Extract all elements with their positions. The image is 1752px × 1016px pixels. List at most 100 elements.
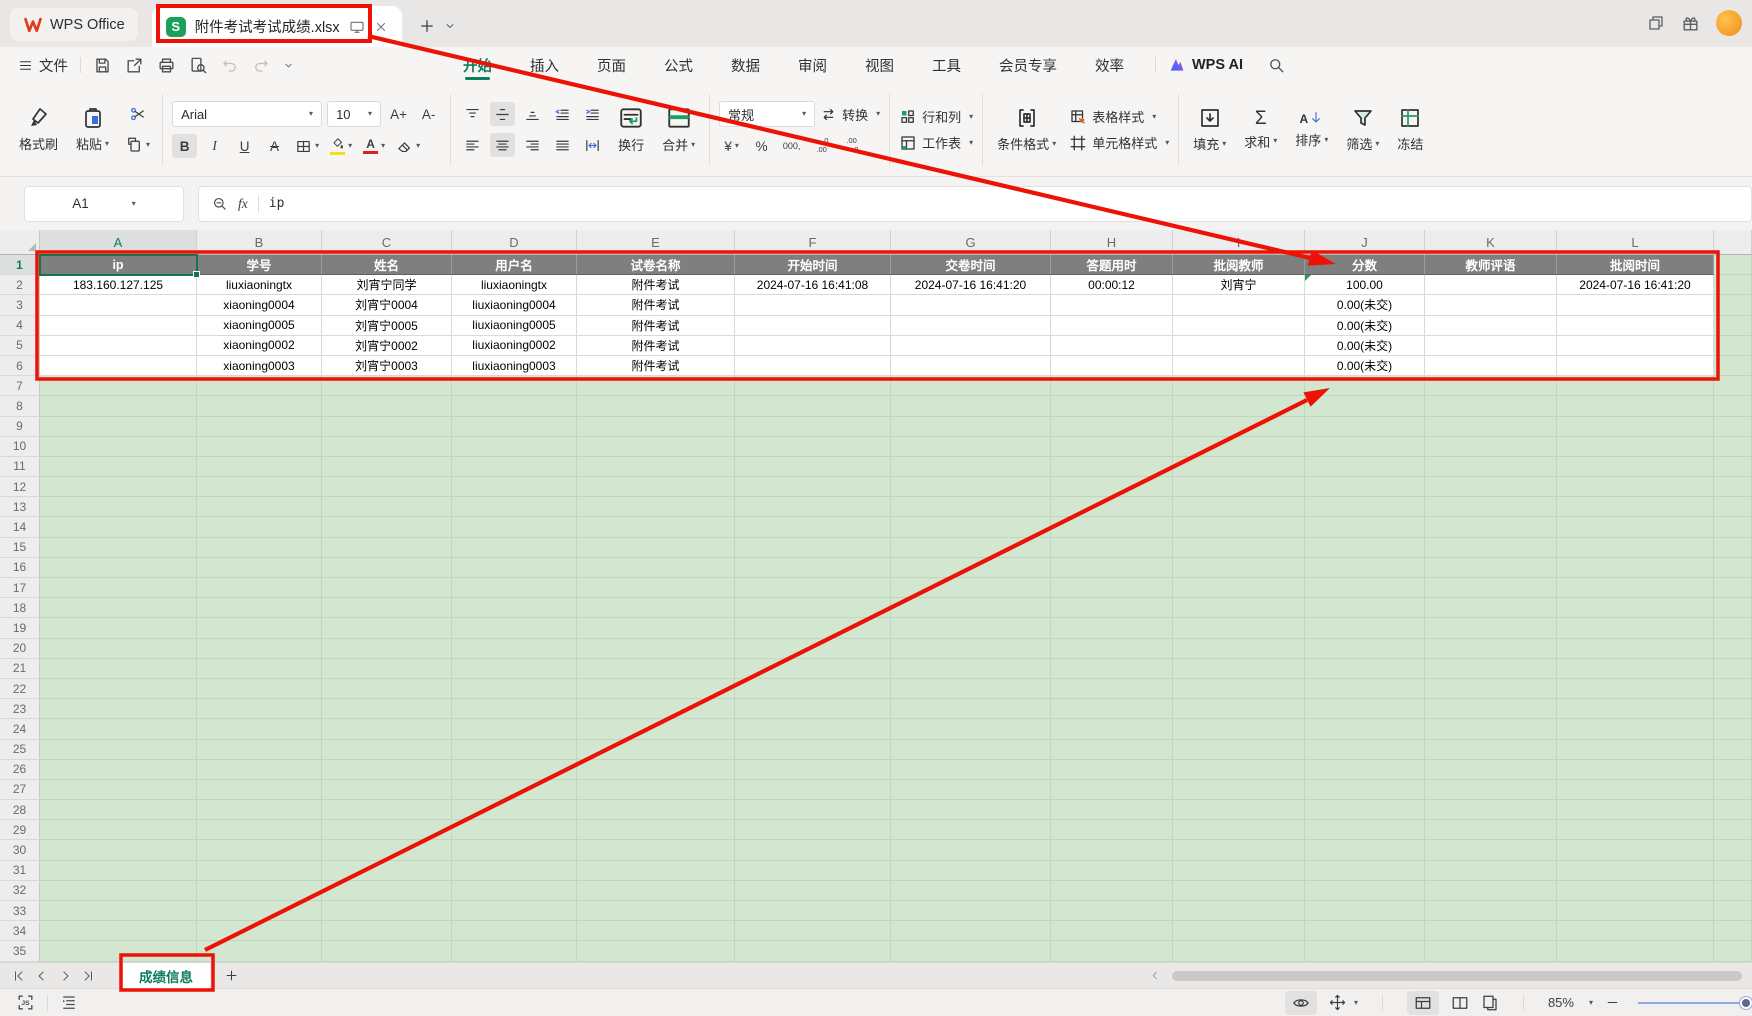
- row-header[interactable]: 30: [0, 840, 40, 860]
- cell[interactable]: [891, 840, 1051, 860]
- row-header[interactable]: 6: [0, 356, 40, 376]
- conditional-format-button[interactable]: 条件格式▾: [992, 106, 1061, 153]
- row-header[interactable]: 17: [0, 578, 40, 598]
- cell[interactable]: [735, 457, 891, 477]
- cell[interactable]: [1425, 457, 1557, 477]
- cell[interactable]: [577, 881, 735, 901]
- previous-sheet-button[interactable]: [35, 969, 49, 983]
- eraser-button[interactable]: ▾: [393, 134, 423, 158]
- last-sheet-button[interactable]: [81, 969, 95, 983]
- cell[interactable]: [40, 356, 197, 376]
- reading-mode-button[interactable]: ▾: [1329, 994, 1358, 1011]
- cell[interactable]: [40, 820, 197, 840]
- cell[interactable]: [577, 800, 735, 820]
- cell[interactable]: [891, 659, 1051, 679]
- outline-icon[interactable]: [60, 994, 78, 1012]
- cell[interactable]: [1173, 517, 1305, 537]
- cell-style-button[interactable]: 单元格样式▾: [1069, 133, 1169, 152]
- rows-columns-button[interactable]: 行和列▾: [899, 107, 973, 126]
- cell[interactable]: 2024-07-16 16:41:20: [891, 275, 1051, 295]
- cell[interactable]: [1051, 740, 1173, 760]
- cell[interactable]: [577, 740, 735, 760]
- cell[interactable]: 附件考试: [577, 336, 735, 356]
- cell[interactable]: [197, 820, 322, 840]
- cell[interactable]: [1557, 497, 1714, 517]
- cell[interactable]: [322, 760, 452, 780]
- cell[interactable]: [1173, 497, 1305, 517]
- cell[interactable]: [735, 840, 891, 860]
- cell[interactable]: [1714, 740, 1752, 760]
- menu-tab[interactable]: 效率: [1095, 47, 1124, 83]
- cell[interactable]: [1051, 336, 1173, 356]
- cell[interactable]: [1714, 295, 1752, 315]
- cell[interactable]: 0.00(未交): [1305, 356, 1425, 376]
- cell[interactable]: [1425, 275, 1557, 295]
- cell[interactable]: [1051, 376, 1173, 396]
- cell[interactable]: [1557, 679, 1714, 699]
- cell[interactable]: [1557, 740, 1714, 760]
- cell[interactable]: ip: [40, 255, 197, 275]
- align-middle-button[interactable]: [490, 102, 515, 126]
- cell[interactable]: [452, 437, 577, 457]
- cell[interactable]: liuxiaoning0005: [452, 316, 577, 336]
- menu-tab[interactable]: 页面: [597, 47, 626, 83]
- cell[interactable]: 批阅时间: [1557, 255, 1714, 275]
- cell[interactable]: [1425, 679, 1557, 699]
- cell[interactable]: [1425, 760, 1557, 780]
- cell[interactable]: [1305, 699, 1425, 719]
- search-icon[interactable]: [1267, 56, 1285, 74]
- cell[interactable]: [322, 376, 452, 396]
- cell[interactable]: [322, 457, 452, 477]
- cell[interactable]: [1051, 316, 1173, 336]
- cell[interactable]: [322, 659, 452, 679]
- cell[interactable]: [577, 780, 735, 800]
- cell[interactable]: [1051, 719, 1173, 739]
- cell[interactable]: [40, 477, 197, 497]
- undo-icon[interactable]: [221, 56, 239, 74]
- cell[interactable]: [197, 477, 322, 497]
- cell[interactable]: [197, 901, 322, 921]
- cell[interactable]: [1173, 719, 1305, 739]
- cell[interactable]: [735, 396, 891, 416]
- cell[interactable]: [577, 639, 735, 659]
- row-header[interactable]: 9: [0, 417, 40, 437]
- cell[interactable]: [1425, 598, 1557, 618]
- cell[interactable]: [735, 659, 891, 679]
- font-family-select[interactable]: Arial▾: [172, 101, 322, 127]
- cell[interactable]: [1173, 659, 1305, 679]
- cell[interactable]: [735, 760, 891, 780]
- cell[interactable]: [452, 558, 577, 578]
- cell[interactable]: [577, 558, 735, 578]
- cell[interactable]: [577, 840, 735, 860]
- cell[interactable]: [735, 699, 891, 719]
- cell[interactable]: [577, 457, 735, 477]
- cell[interactable]: [197, 517, 322, 537]
- font-size-select[interactable]: 10▾: [327, 101, 381, 127]
- cell[interactable]: [735, 618, 891, 638]
- cell[interactable]: [197, 396, 322, 416]
- percent-format-button[interactable]: %: [749, 134, 774, 158]
- cell[interactable]: [40, 316, 197, 336]
- cell[interactable]: 附件考试: [577, 316, 735, 336]
- row-header[interactable]: 1: [0, 255, 40, 275]
- cell[interactable]: [891, 719, 1051, 739]
- cell[interactable]: [1305, 941, 1425, 961]
- cell[interactable]: [1425, 437, 1557, 457]
- cell[interactable]: [40, 618, 197, 638]
- cell[interactable]: [197, 376, 322, 396]
- cell[interactable]: 刘宵宁0002: [322, 336, 452, 356]
- avatar[interactable]: [1716, 10, 1742, 36]
- cell[interactable]: 交卷时间: [891, 255, 1051, 275]
- cell[interactable]: [1557, 356, 1714, 376]
- row-header[interactable]: 35: [0, 941, 40, 961]
- column-header[interactable]: K: [1425, 230, 1557, 255]
- cell[interactable]: [891, 437, 1051, 457]
- cell[interactable]: [1714, 316, 1752, 336]
- cell[interactable]: [452, 618, 577, 638]
- cell[interactable]: [1051, 760, 1173, 780]
- column-header[interactable]: C: [322, 230, 452, 255]
- cell[interactable]: [1051, 921, 1173, 941]
- menu-tab[interactable]: 开始: [463, 47, 492, 83]
- row-header[interactable]: 13: [0, 497, 40, 517]
- cell[interactable]: [1557, 881, 1714, 901]
